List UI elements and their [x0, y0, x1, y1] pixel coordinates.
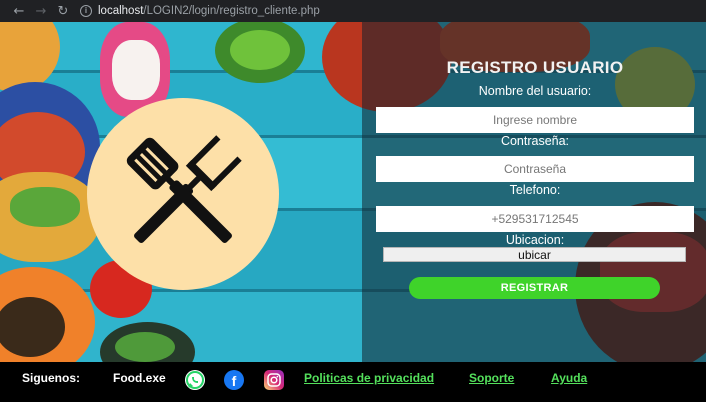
password-input[interactable]: Contraseña: [376, 156, 694, 182]
salsa-verde-image: [230, 30, 290, 70]
follow-label: Siguenos:: [22, 371, 81, 385]
brand-name: Food.exe: [113, 371, 166, 385]
register-button[interactable]: REGISTRAR: [409, 277, 660, 299]
url-host: localhost: [98, 5, 144, 17]
locate-button[interactable]: ubicar: [383, 247, 686, 262]
help-link[interactable]: Ayuda: [551, 371, 587, 385]
herbs-image: [115, 332, 175, 362]
phone-label: Telefono:: [509, 183, 561, 197]
spatula-fork-logo-icon: [126, 135, 242, 243]
forward-arrow-icon[interactable]: →: [30, 4, 52, 19]
page-background: REGISTRO USUARIO Nombre del usuario: Ing…: [0, 22, 706, 362]
reload-icon[interactable]: ↻: [52, 4, 74, 19]
instagram-icon[interactable]: [264, 370, 284, 390]
browser-toolbar: ← → ↻ i localhost /LOGIN2/login/registro…: [0, 0, 706, 22]
dragon-fruit-flesh-image: [112, 40, 160, 100]
site-info-icon[interactable]: i: [80, 5, 92, 17]
logo: [87, 98, 279, 290]
privacy-policy-link[interactable]: Politicas de privacidad: [304, 371, 434, 385]
footer: Siguenos: Food.exe f Politicas de privac…: [0, 362, 706, 402]
lettuce-image: [10, 187, 80, 227]
username-input[interactable]: Ingrese nombre: [376, 107, 694, 133]
facebook-icon[interactable]: f: [224, 370, 244, 390]
address-bar[interactable]: i localhost /LOGIN2/login/registro_clien…: [80, 2, 320, 20]
form-title: REGISTRO USUARIO: [446, 58, 624, 77]
back-arrow-icon[interactable]: ←: [8, 4, 30, 19]
location-label: Ubicacion:: [505, 233, 565, 247]
phone-input[interactable]: +529531712545: [376, 206, 694, 232]
password-label: Contraseña:: [500, 134, 570, 148]
support-link[interactable]: Soporte: [469, 371, 514, 385]
username-label: Nombre del usuario:: [478, 84, 592, 98]
whatsapp-icon[interactable]: [185, 370, 205, 390]
url-path: /LOGIN2/login/registro_cliente.php: [143, 5, 320, 17]
